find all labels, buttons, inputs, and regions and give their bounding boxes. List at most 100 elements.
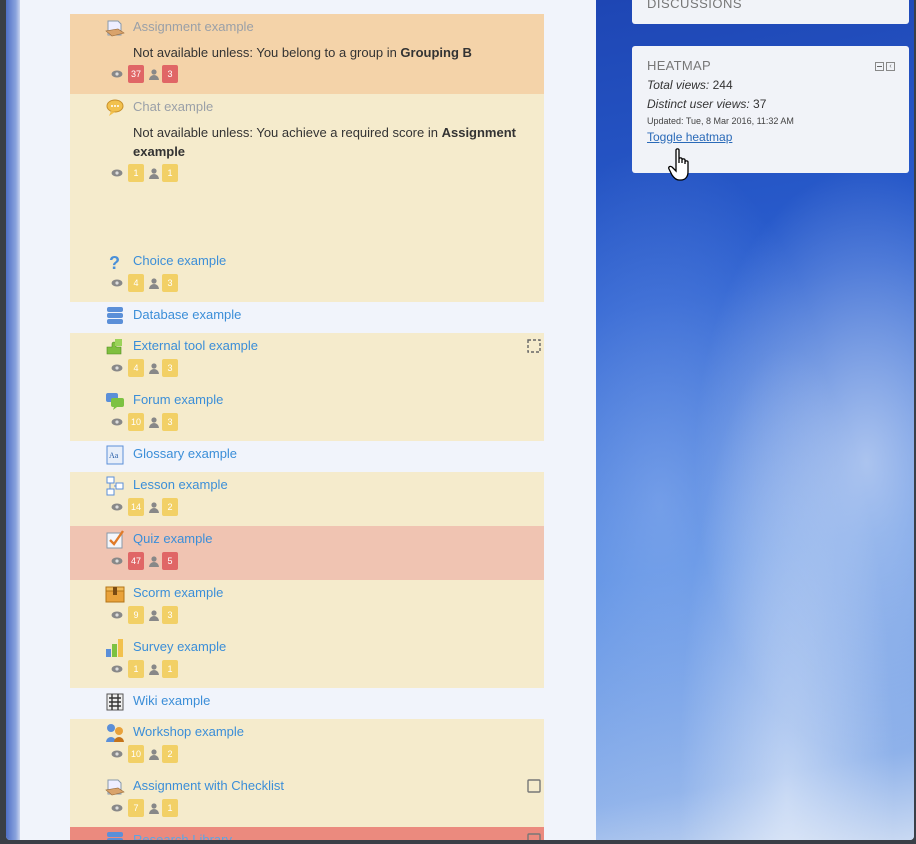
- activity-stats: 10 2: [104, 744, 544, 764]
- views-count-badge: 4: [128, 274, 144, 292]
- views-eye-icon: [111, 364, 123, 372]
- activity-forum-example: Forum example 10 3: [70, 387, 544, 441]
- glossary-icon: Aa: [105, 445, 125, 465]
- users-person-icon: [149, 277, 159, 289]
- assignment-icon: [105, 18, 125, 38]
- views-count-badge: 47: [128, 552, 144, 570]
- updated-timestamp: Updated: Tue, 8 Mar 2016, 11:32 AM: [647, 116, 794, 126]
- activity-link[interactable]: Scorm example: [104, 583, 544, 603]
- views-eye-icon: [111, 70, 123, 78]
- users-count-badge: 3: [162, 413, 178, 431]
- activity-assignment-example: Assignment example Not available unless: …: [70, 14, 544, 94]
- views-count-badge: 37: [128, 65, 144, 83]
- discussions-block-title: DISCUSSIONS: [647, 0, 743, 11]
- activity-stats: 10 3: [104, 412, 544, 432]
- views-count-badge: 1: [128, 660, 144, 678]
- activity-link[interactable]: Database example: [104, 305, 544, 325]
- activity-stats: 43: [104, 358, 544, 378]
- users-count-badge: 3: [162, 359, 178, 377]
- activity-wiki-example: Wiki example: [70, 688, 544, 719]
- users-count-badge: 5: [162, 552, 178, 570]
- views-eye-icon: [111, 665, 123, 673]
- availability-restriction: Not available unless: You belong to a gr…: [133, 45, 472, 60]
- completion-checkbox-icon[interactable]: [527, 833, 541, 840]
- scorm-icon: [105, 584, 125, 604]
- activity-stats: 93: [104, 605, 544, 625]
- activity-assignment-with-checklist: Assignment with Checklist 7 1: [70, 773, 544, 827]
- activity-link[interactable]: Wiki example: [104, 691, 544, 711]
- assignment-icon: [105, 777, 125, 797]
- total-views-label: Total views:: [647, 78, 710, 92]
- users-count-badge: 3: [162, 274, 178, 292]
- activity-link[interactable]: Choice example: [104, 251, 544, 271]
- hand-cursor-icon: [668, 148, 689, 181]
- completion-checkbox-icon[interactable]: [527, 779, 541, 793]
- completion-auto-icon: [527, 339, 541, 353]
- svg-text:Aa: Aa: [109, 451, 119, 460]
- activity-stats: 14 2: [104, 497, 544, 517]
- activity-stats: 11: [104, 163, 544, 183]
- activity-link[interactable]: Survey example: [104, 637, 544, 657]
- sky-background: DISCUSSIONS HEATMAP ‹ Total views: 244 D…: [596, 0, 914, 840]
- activity-scorm-example: Scorm example 9 3: [70, 580, 544, 634]
- toggle-heatmap-link[interactable]: Toggle heatmap: [647, 130, 732, 144]
- activity-link[interactable]: Glossary example: [104, 444, 544, 464]
- users-person-icon: [149, 68, 159, 80]
- discussions-block: DISCUSSIONS: [632, 0, 909, 24]
- dock-block-icon[interactable]: ‹: [886, 62, 895, 71]
- views-eye-icon: [111, 804, 123, 812]
- collapse-block-icon[interactable]: [875, 62, 884, 71]
- activity-glossary-example: Aa Glossary example: [70, 441, 544, 472]
- workshop-icon: [105, 723, 125, 743]
- users-count-badge: 3: [162, 65, 178, 83]
- availability-restriction: Not available unless: You achieve a requ…: [133, 125, 516, 159]
- views-eye-icon: [111, 557, 123, 565]
- users-person-icon: [149, 416, 159, 428]
- activity-link[interactable]: Workshop example: [104, 722, 544, 742]
- users-count-badge: 2: [162, 745, 178, 763]
- views-eye-icon: [111, 503, 123, 511]
- activity-stats: 71: [104, 798, 544, 818]
- activity-link[interactable]: Lesson example: [104, 475, 544, 495]
- distinct-user-views: Distinct user views: 37: [647, 97, 894, 112]
- external-tool-icon: [105, 337, 125, 357]
- page-frame: Assignment example Not available unless: …: [6, 0, 914, 840]
- total-views-value: 244: [712, 78, 733, 92]
- activity-chat-example: Chat example Not available unless: You ac…: [70, 94, 544, 248]
- activity-link[interactable]: Assignment example: [104, 17, 544, 37]
- views-eye-icon: [111, 169, 123, 177]
- users-person-icon: [149, 609, 159, 621]
- users-person-icon: [149, 802, 159, 814]
- quiz-icon: [105, 530, 125, 550]
- activity-external-tool-example: External tool example 4 3: [70, 333, 544, 387]
- users-count-badge: 1: [162, 164, 178, 182]
- users-person-icon: [149, 501, 159, 513]
- users-count-badge: 3: [162, 606, 178, 624]
- views-eye-icon: [111, 418, 123, 426]
- activity-survey-example: Survey example 1 1: [70, 634, 544, 688]
- activity-link[interactable]: Forum example: [104, 390, 544, 410]
- activity-link[interactable]: Quiz example: [104, 529, 544, 549]
- database-icon: [105, 306, 125, 326]
- survey-icon: [105, 638, 125, 658]
- activity-link[interactable]: Chat example: [104, 97, 544, 117]
- activity-link[interactable]: Assignment with Checklist: [104, 776, 544, 796]
- activity-database-example: Database example: [70, 302, 544, 333]
- views-count-badge: 14: [128, 498, 144, 516]
- views-count-badge: 4: [128, 359, 144, 377]
- views-count-badge: 7: [128, 799, 144, 817]
- activity-workshop-example: Workshop example 10 2: [70, 719, 544, 773]
- activity-link[interactable]: External tool example: [104, 336, 544, 356]
- users-count-badge: 2: [162, 498, 178, 516]
- course-content: Assignment example Not available unless: …: [20, 0, 596, 840]
- block-controls: ‹: [875, 62, 895, 71]
- activity-research-library: Research Library791: [70, 827, 544, 840]
- activity-link[interactable]: Research Library: [104, 830, 544, 840]
- total-views: Total views: 244: [647, 78, 894, 93]
- users-person-icon: [149, 555, 159, 567]
- users-count-badge: 1: [162, 660, 178, 678]
- forum-icon: [105, 391, 125, 411]
- activity-stats: 37 3: [104, 64, 544, 84]
- activity-list: Assignment example Not available unless: …: [70, 14, 544, 840]
- database-icon: [105, 831, 125, 840]
